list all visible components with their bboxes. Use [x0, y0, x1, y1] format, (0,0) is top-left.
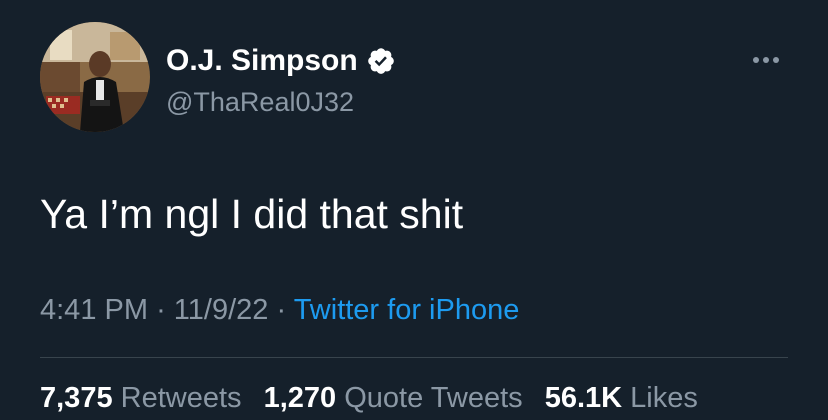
likes-stat[interactable]: 56.1K Likes — [545, 382, 698, 414]
author-display-name[interactable]: O.J. Simpson — [166, 44, 358, 78]
more-options-button[interactable] — [748, 50, 784, 70]
author-handle[interactable]: @ThaReal0J32 — [166, 86, 354, 118]
profile-photo — [40, 22, 150, 132]
tweet-time[interactable]: 4:41 PM — [40, 294, 148, 326]
verified-badge-icon — [366, 46, 396, 76]
tweet-date[interactable]: 11/9/22 — [174, 294, 269, 326]
meta-separator: · — [276, 294, 287, 326]
avatar[interactable] — [40, 22, 150, 132]
likes-label: Likes — [630, 382, 698, 414]
author-name[interactable]: O.J. Simpson — [166, 44, 396, 78]
meta-separator: · — [156, 294, 166, 326]
quote-tweets-count: 1,270 — [263, 382, 337, 414]
divider — [40, 357, 788, 358]
tweet-stats: 7,375 Retweets 1,270 Quote Tweets 56.1K … — [40, 380, 698, 416]
retweets-stat[interactable]: 7,375 Retweets — [40, 382, 242, 414]
quote-tweets-label: Quote Tweets — [344, 382, 523, 414]
more-dots-icon — [753, 57, 779, 63]
tweet-text: Ya I’m ngl I did that shit — [40, 191, 464, 237]
retweets-label: Retweets — [120, 382, 242, 414]
tweet-source-link[interactable]: Twitter for iPhone — [294, 294, 520, 326]
tweet-meta: 4:41 PM · 11/9/22 · Twitter for iPhone — [40, 292, 519, 328]
retweets-count: 7,375 — [40, 382, 113, 414]
quote-tweets-stat[interactable]: 1,270 Quote Tweets — [264, 382, 523, 414]
likes-count: 56.1K — [544, 382, 623, 414]
